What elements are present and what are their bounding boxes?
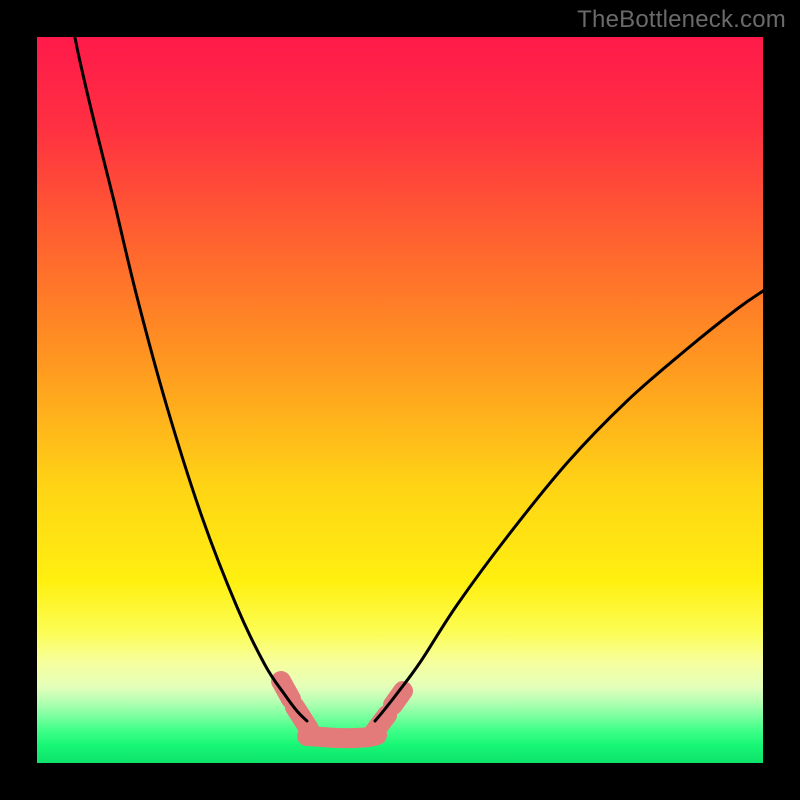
watermark-text: TheBottleneck.com [577, 6, 786, 34]
plot-area [37, 37, 763, 763]
chart-lines [37, 37, 763, 763]
curve-left-curve [71, 37, 307, 721]
chart-frame: TheBottleneck.com [0, 0, 800, 800]
curve-right-curve [375, 291, 763, 721]
